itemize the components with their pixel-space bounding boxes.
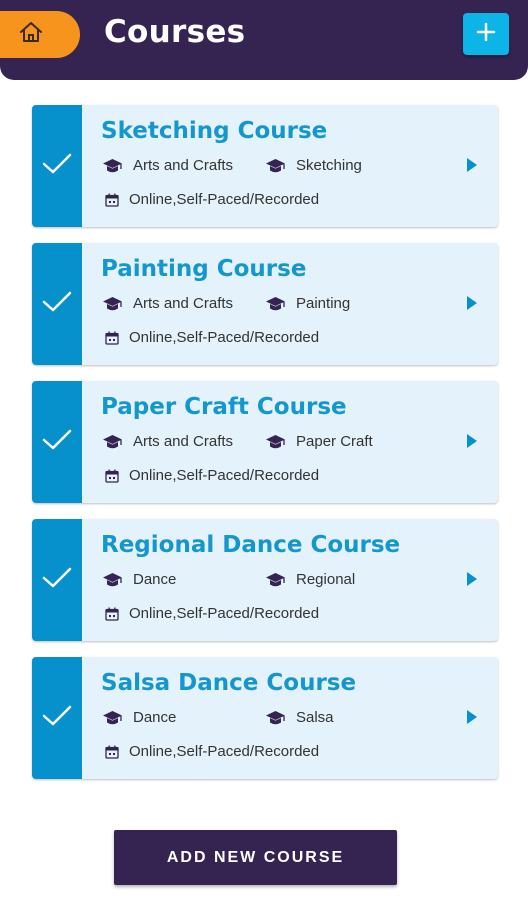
calendar-icon <box>105 745 119 759</box>
completed-strip <box>32 105 82 227</box>
course-card[interactable]: Paper Craft Course Arts and Crafts Paper… <box>32 381 498 503</box>
graduation-cap-icon <box>102 158 123 174</box>
chevron-right-icon[interactable] <box>465 295 479 311</box>
completed-strip <box>32 243 82 365</box>
completed-strip <box>32 381 82 503</box>
subcategory-label: Paper Craft <box>296 433 373 450</box>
graduation-cap-icon <box>265 296 286 312</box>
graduation-cap-icon <box>265 158 286 174</box>
category-label: Dance <box>133 571 177 588</box>
checkmark-icon <box>42 429 72 456</box>
category-label: Arts and Crafts <box>133 433 234 450</box>
category-label: Dance <box>133 709 177 726</box>
subcategory-label: Regional <box>296 571 356 588</box>
checkmark-icon <box>42 705 72 732</box>
course-card[interactable]: Salsa Dance Course Dance Salsa Online,Se… <box>32 657 498 779</box>
completed-strip <box>32 519 82 641</box>
chevron-right-icon[interactable] <box>465 571 479 587</box>
graduation-cap-icon <box>102 710 123 726</box>
chevron-right-icon[interactable] <box>465 709 479 725</box>
course-format: Online,Self-Paced/Recorded <box>105 191 319 208</box>
course-card[interactable]: Sketching Course Arts and Crafts Sketchi… <box>32 105 498 227</box>
graduation-cap-icon <box>265 710 286 726</box>
course-subcategory: Regional <box>265 571 355 588</box>
course-format: Online,Self-Paced/Recorded <box>105 329 319 346</box>
home-button[interactable] <box>0 11 80 58</box>
calendar-icon <box>105 469 119 483</box>
course-title: Painting Course <box>101 256 307 282</box>
course-title: Sketching Course <box>101 118 328 144</box>
category-label: Arts and Crafts <box>133 295 234 312</box>
course-category: Dance <box>102 571 176 588</box>
course-subcategory: Sketching <box>265 157 362 174</box>
page-title: Courses <box>104 14 246 50</box>
course-subcategory: Salsa <box>265 709 334 726</box>
subcategory-label: Sketching <box>296 157 362 174</box>
course-format: Online,Self-Paced/Recorded <box>105 605 319 622</box>
plus-icon <box>476 22 496 47</box>
category-label: Arts and Crafts <box>133 157 234 174</box>
course-card[interactable]: Painting Course Arts and Crafts Painting… <box>32 243 498 365</box>
graduation-cap-icon <box>102 572 123 588</box>
calendar-icon <box>105 607 119 621</box>
graduation-cap-icon <box>102 296 123 312</box>
course-category: Arts and Crafts <box>102 295 233 312</box>
course-category: Arts and Crafts <box>102 157 233 174</box>
chevron-right-icon[interactable] <box>465 433 479 449</box>
completed-strip <box>32 657 82 779</box>
chevron-right-icon[interactable] <box>465 157 479 173</box>
calendar-icon <box>105 331 119 345</box>
course-title: Regional Dance Course <box>101 532 401 558</box>
checkmark-icon <box>42 291 72 318</box>
course-subcategory: Painting <box>265 295 350 312</box>
subcategory-label: Painting <box>296 295 351 312</box>
course-subcategory: Paper Craft <box>265 433 373 450</box>
format-label: Online,Self-Paced/Recorded <box>129 605 320 622</box>
calendar-icon <box>105 193 119 207</box>
format-label: Online,Self-Paced/Recorded <box>129 467 320 484</box>
course-format: Online,Self-Paced/Recorded <box>105 467 319 484</box>
app-header: Courses <box>0 0 528 80</box>
add-button[interactable] <box>463 13 509 55</box>
home-icon <box>18 20 44 49</box>
checkmark-icon <box>42 153 72 180</box>
format-label: Online,Self-Paced/Recorded <box>129 329 320 346</box>
checkmark-icon <box>42 567 72 594</box>
course-card[interactable]: Regional Dance Course Dance Regional Onl… <box>32 519 498 641</box>
course-format: Online,Self-Paced/Recorded <box>105 743 319 760</box>
graduation-cap-icon <box>265 572 286 588</box>
add-new-course-button[interactable]: ADD NEW COURSE <box>114 830 397 885</box>
course-title: Salsa Dance Course <box>101 670 357 696</box>
format-label: Online,Self-Paced/Recorded <box>129 743 320 760</box>
format-label: Online,Self-Paced/Recorded <box>129 191 320 208</box>
course-category: Arts and Crafts <box>102 433 233 450</box>
subcategory-label: Salsa <box>296 709 334 726</box>
course-title: Paper Craft Course <box>101 394 347 420</box>
graduation-cap-icon <box>265 434 286 450</box>
course-category: Dance <box>102 709 176 726</box>
graduation-cap-icon <box>102 434 123 450</box>
